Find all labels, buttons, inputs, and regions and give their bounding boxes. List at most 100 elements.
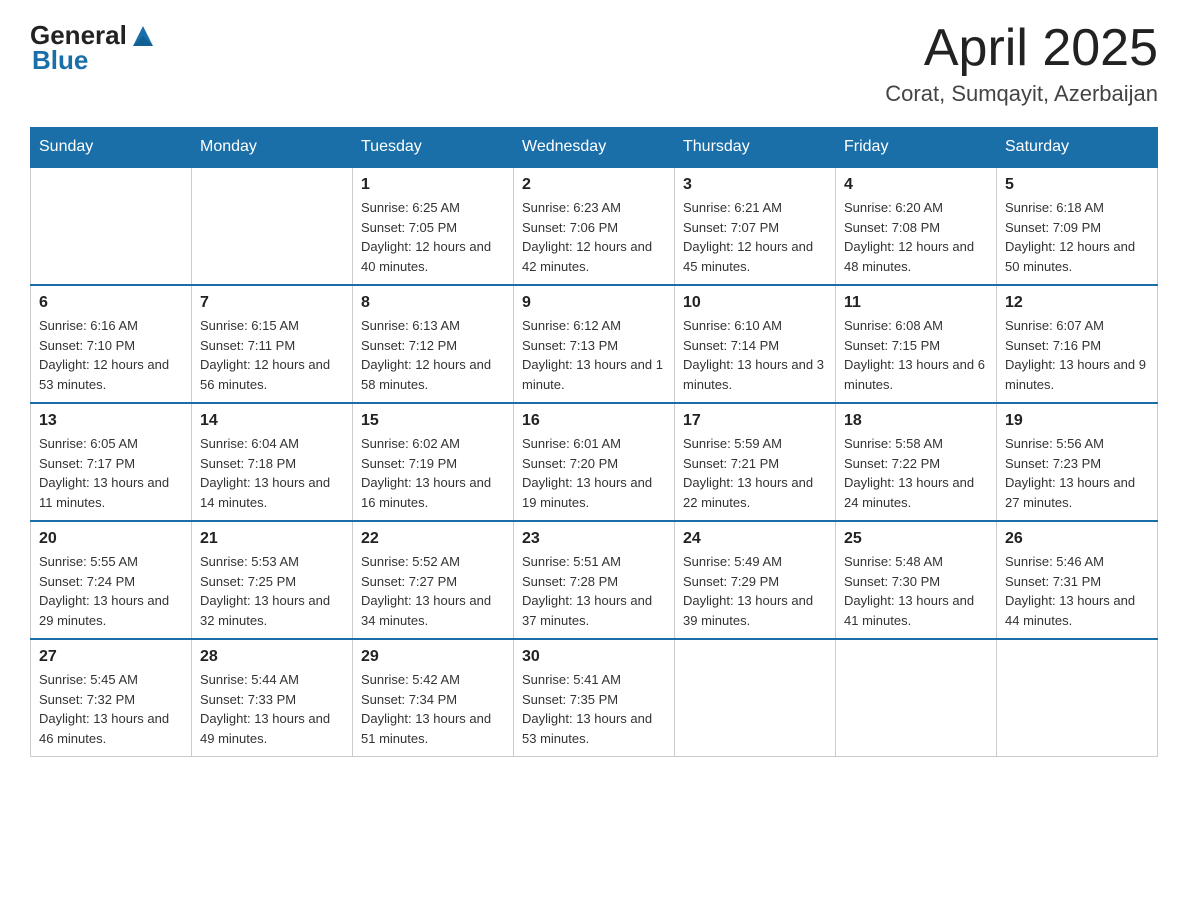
week-row-3: 13 Sunrise: 6:05 AMSunset: 7:17 PMDayligh… <box>31 403 1158 521</box>
day-info: Sunrise: 6:25 AMSunset: 7:05 PMDaylight:… <box>361 198 505 276</box>
day-info: Sunrise: 5:48 AMSunset: 7:30 PMDaylight:… <box>844 552 988 630</box>
week-row-2: 6 Sunrise: 6:16 AMSunset: 7:10 PMDaylight… <box>31 285 1158 403</box>
day-cell: 6 Sunrise: 6:16 AMSunset: 7:10 PMDaylight… <box>31 285 192 403</box>
calendar-table: SundayMondayTuesdayWednesdayThursdayFrid… <box>30 127 1158 757</box>
day-cell: 14 Sunrise: 6:04 AMSunset: 7:18 PMDayligh… <box>192 403 353 521</box>
day-number: 25 <box>844 530 988 548</box>
day-number: 19 <box>1005 412 1149 430</box>
header-day-sunday: Sunday <box>31 128 192 168</box>
day-number: 1 <box>361 176 505 194</box>
day-info: Sunrise: 5:53 AMSunset: 7:25 PMDaylight:… <box>200 552 344 630</box>
day-cell: 20 Sunrise: 5:55 AMSunset: 7:24 PMDayligh… <box>31 521 192 639</box>
day-info: Sunrise: 5:49 AMSunset: 7:29 PMDaylight:… <box>683 552 827 630</box>
day-number: 24 <box>683 530 827 548</box>
day-cell: 16Sunrise: 6:01 AMSunset: 7:20 PMDayligh… <box>514 403 675 521</box>
calendar-body: 1 Sunrise: 6:25 AMSunset: 7:05 PMDaylight… <box>31 167 1158 757</box>
day-info: Sunrise: 5:41 AMSunset: 7:35 PMDaylight:… <box>522 670 666 748</box>
day-number: 7 <box>200 294 344 312</box>
day-number: 4 <box>844 176 988 194</box>
day-number: 29 <box>361 648 505 666</box>
day-info: Sunrise: 5:52 AMSunset: 7:27 PMDaylight:… <box>361 552 505 630</box>
day-number: 21 <box>200 530 344 548</box>
day-cell: 18 Sunrise: 5:58 AMSunset: 7:22 PMDayligh… <box>836 403 997 521</box>
day-cell: 23 Sunrise: 5:51 AMSunset: 7:28 PMDayligh… <box>514 521 675 639</box>
day-info: Sunrise: 5:44 AMSunset: 7:33 PMDaylight:… <box>200 670 344 748</box>
calendar-subtitle: Corat, Sumqayit, Azerbaijan <box>885 81 1158 107</box>
day-info: Sunrise: 5:55 AMSunset: 7:24 PMDaylight:… <box>39 552 183 630</box>
day-number: 16 <box>522 412 666 430</box>
day-info: Sunrise: 6:12 AMSunset: 7:13 PMDaylight:… <box>522 316 666 394</box>
day-number: 27 <box>39 648 183 666</box>
day-info: Sunrise: 5:45 AMSunset: 7:32 PMDaylight:… <box>39 670 183 748</box>
title-block: April 2025 Corat, Sumqayit, Azerbaijan <box>885 20 1158 107</box>
day-cell: 24 Sunrise: 5:49 AMSunset: 7:29 PMDayligh… <box>675 521 836 639</box>
day-cell: 10Sunrise: 6:10 AMSunset: 7:14 PMDayligh… <box>675 285 836 403</box>
day-number: 6 <box>39 294 183 312</box>
day-cell: 29 Sunrise: 5:42 AMSunset: 7:34 PMDayligh… <box>353 639 514 757</box>
day-number: 17 <box>683 412 827 430</box>
header-day-saturday: Saturday <box>997 128 1158 168</box>
day-cell: 1 Sunrise: 6:25 AMSunset: 7:05 PMDaylight… <box>353 167 514 285</box>
day-cell: 21 Sunrise: 5:53 AMSunset: 7:25 PMDayligh… <box>192 521 353 639</box>
logo: General Blue <box>30 20 157 76</box>
day-cell: 22 Sunrise: 5:52 AMSunset: 7:27 PMDayligh… <box>353 521 514 639</box>
page-header: General Blue April 2025 Corat, Sumqayit,… <box>30 20 1158 107</box>
day-cell: 7 Sunrise: 6:15 AMSunset: 7:11 PMDaylight… <box>192 285 353 403</box>
logo-blue-text: Blue <box>32 45 88 76</box>
calendar-title: April 2025 <box>885 20 1158 77</box>
week-row-4: 20 Sunrise: 5:55 AMSunset: 7:24 PMDayligh… <box>31 521 1158 639</box>
logo-icon <box>129 22 157 50</box>
day-info: Sunrise: 6:16 AMSunset: 7:10 PMDaylight:… <box>39 316 183 394</box>
day-cell: 25 Sunrise: 5:48 AMSunset: 7:30 PMDayligh… <box>836 521 997 639</box>
day-number: 15 <box>361 412 505 430</box>
week-row-5: 27 Sunrise: 5:45 AMSunset: 7:32 PMDayligh… <box>31 639 1158 757</box>
day-number: 20 <box>39 530 183 548</box>
day-info: Sunrise: 6:13 AMSunset: 7:12 PMDaylight:… <box>361 316 505 394</box>
header-day-thursday: Thursday <box>675 128 836 168</box>
day-info: Sunrise: 6:05 AMSunset: 7:17 PMDaylight:… <box>39 434 183 512</box>
header-day-wednesday: Wednesday <box>514 128 675 168</box>
day-info: Sunrise: 6:02 AMSunset: 7:19 PMDaylight:… <box>361 434 505 512</box>
day-cell <box>31 167 192 285</box>
day-number: 9 <box>522 294 666 312</box>
day-info: Sunrise: 6:08 AMSunset: 7:15 PMDaylight:… <box>844 316 988 394</box>
day-number: 8 <box>361 294 505 312</box>
day-number: 10 <box>683 294 827 312</box>
day-info: Sunrise: 5:42 AMSunset: 7:34 PMDaylight:… <box>361 670 505 748</box>
day-info: Sunrise: 5:51 AMSunset: 7:28 PMDaylight:… <box>522 552 666 630</box>
day-cell: 28 Sunrise: 5:44 AMSunset: 7:33 PMDayligh… <box>192 639 353 757</box>
day-cell: 15 Sunrise: 6:02 AMSunset: 7:19 PMDayligh… <box>353 403 514 521</box>
day-cell <box>836 639 997 757</box>
day-cell: 5Sunrise: 6:18 AMSunset: 7:09 PMDaylight… <box>997 167 1158 285</box>
day-number: 3 <box>683 176 827 194</box>
day-info: Sunrise: 6:20 AMSunset: 7:08 PMDaylight:… <box>844 198 988 276</box>
day-cell <box>192 167 353 285</box>
day-number: 5 <box>1005 176 1149 194</box>
day-number: 28 <box>200 648 344 666</box>
day-cell: 30 Sunrise: 5:41 AMSunset: 7:35 PMDayligh… <box>514 639 675 757</box>
day-number: 12 <box>1005 294 1149 312</box>
day-info: Sunrise: 5:58 AMSunset: 7:22 PMDaylight:… <box>844 434 988 512</box>
day-number: 11 <box>844 294 988 312</box>
day-number: 14 <box>200 412 344 430</box>
day-cell: 2Sunrise: 6:23 AMSunset: 7:06 PMDaylight… <box>514 167 675 285</box>
day-cell: 4 Sunrise: 6:20 AMSunset: 7:08 PMDaylight… <box>836 167 997 285</box>
day-info: Sunrise: 6:15 AMSunset: 7:11 PMDaylight:… <box>200 316 344 394</box>
day-info: Sunrise: 6:04 AMSunset: 7:18 PMDaylight:… <box>200 434 344 512</box>
day-number: 23 <box>522 530 666 548</box>
day-cell: 11 Sunrise: 6:08 AMSunset: 7:15 PMDayligh… <box>836 285 997 403</box>
day-cell: 26Sunrise: 5:46 AMSunset: 7:31 PMDayligh… <box>997 521 1158 639</box>
day-cell: 13 Sunrise: 6:05 AMSunset: 7:17 PMDayligh… <box>31 403 192 521</box>
day-number: 18 <box>844 412 988 430</box>
day-cell: 27 Sunrise: 5:45 AMSunset: 7:32 PMDayligh… <box>31 639 192 757</box>
day-cell: 19Sunrise: 5:56 AMSunset: 7:23 PMDayligh… <box>997 403 1158 521</box>
day-number: 22 <box>361 530 505 548</box>
day-cell: 17Sunrise: 5:59 AMSunset: 7:21 PMDayligh… <box>675 403 836 521</box>
day-cell <box>675 639 836 757</box>
day-number: 30 <box>522 648 666 666</box>
header-row: SundayMondayTuesdayWednesdayThursdayFrid… <box>31 128 1158 168</box>
header-day-tuesday: Tuesday <box>353 128 514 168</box>
header-day-monday: Monday <box>192 128 353 168</box>
day-cell: 9 Sunrise: 6:12 AMSunset: 7:13 PMDaylight… <box>514 285 675 403</box>
day-number: 13 <box>39 412 183 430</box>
